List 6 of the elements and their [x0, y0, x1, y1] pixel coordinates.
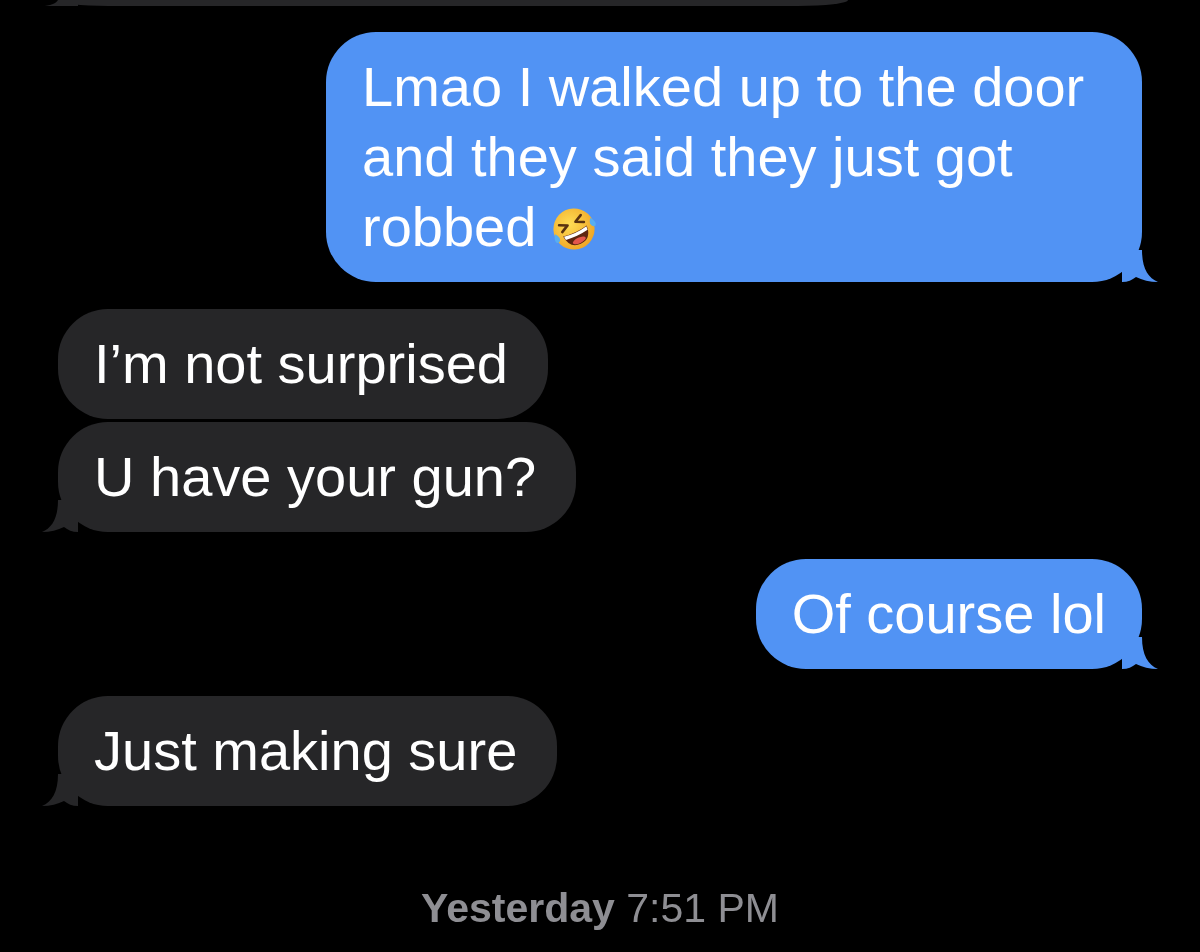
message-text: Of course lol	[791, 582, 1106, 645]
message-text: Lmao I walked up to the door and they said they just got robbed	[362, 55, 1085, 258]
message-text: I’m not surprised	[94, 332, 508, 395]
message-text: U have your gun?	[94, 445, 537, 508]
message-timestamp: Yesterday 7:51 PM	[421, 884, 779, 932]
message-text: Just making sure	[94, 719, 518, 782]
